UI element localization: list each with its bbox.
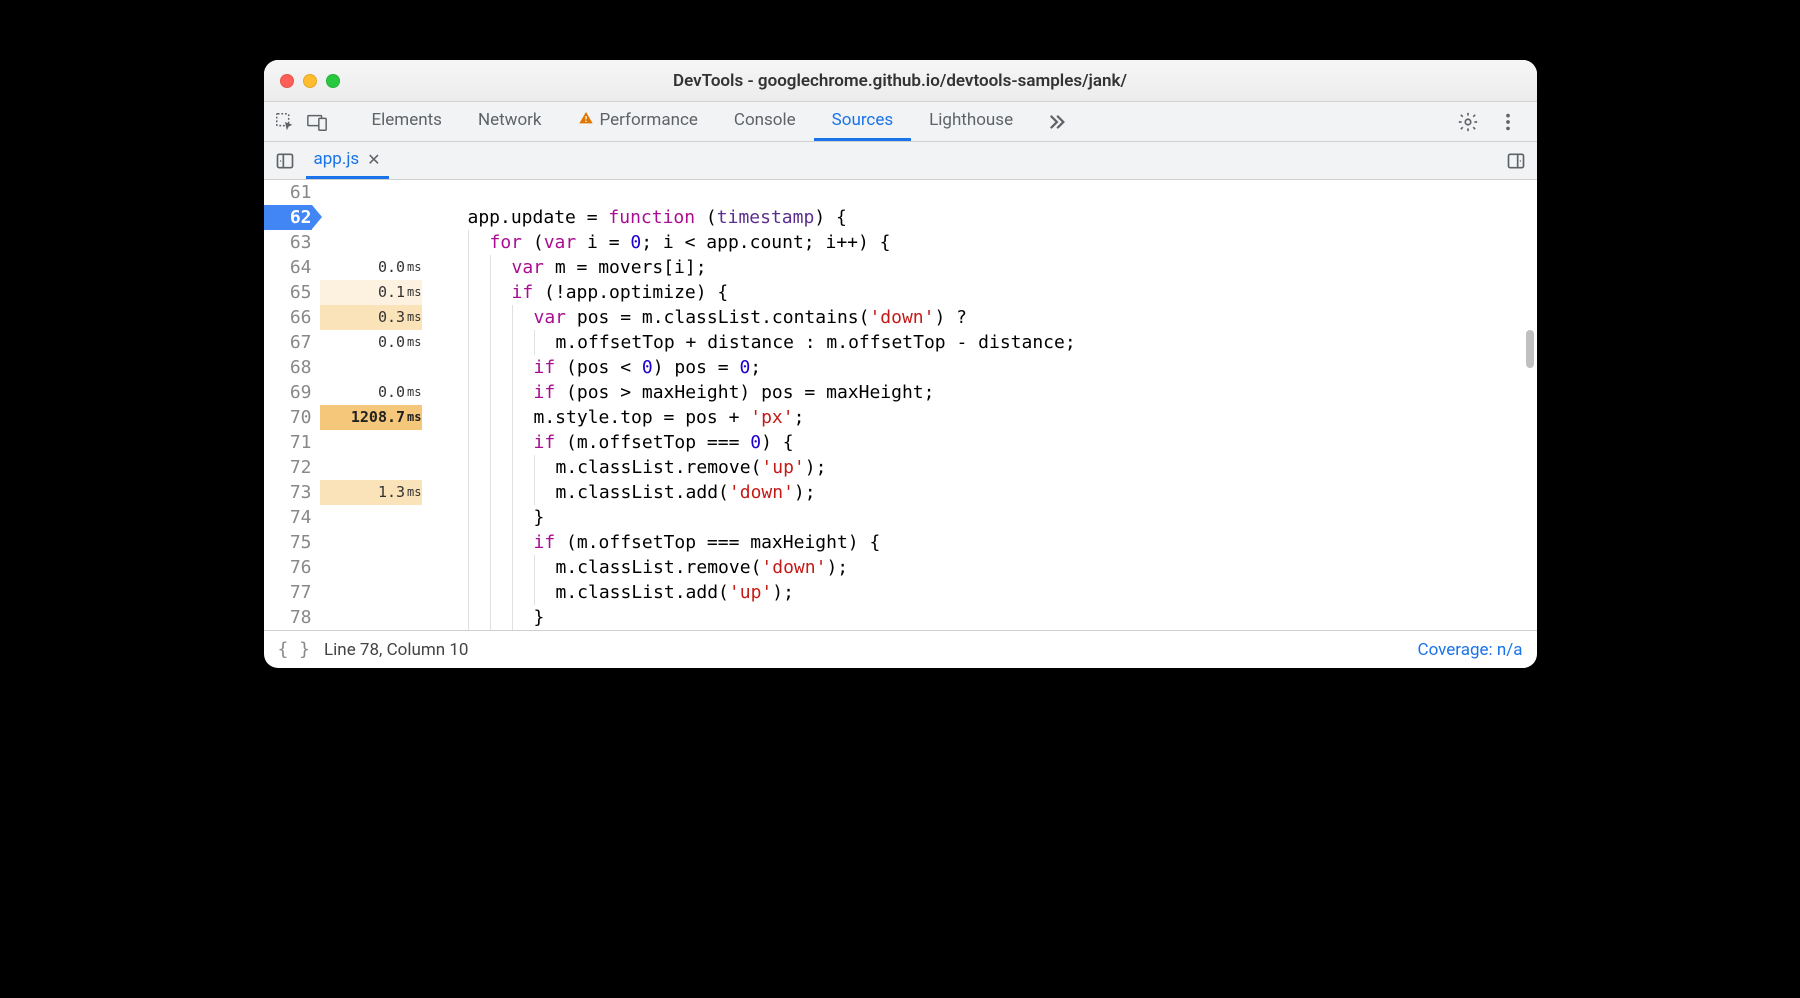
self-time-cell xyxy=(320,555,422,580)
self-time-cell xyxy=(320,205,422,230)
line-number[interactable]: 70 xyxy=(264,405,312,430)
tab-network[interactable]: Network xyxy=(460,102,560,141)
minimize-window-button[interactable] xyxy=(303,74,317,88)
code-line[interactable]: } xyxy=(468,605,1537,630)
toggle-device-toolbar-icon[interactable] xyxy=(306,111,328,133)
code-editor[interactable]: 616263646566676869707172737475767778 0.0… xyxy=(264,180,1537,630)
tab-performance[interactable]: Performance xyxy=(560,102,716,141)
code-line[interactable]: m.classList.remove('down'); xyxy=(468,555,1537,580)
tab-label: Elements xyxy=(372,110,442,130)
code-line[interactable]: if (!app.optimize) { xyxy=(468,280,1537,305)
tab-label: Network xyxy=(478,110,542,130)
titlebar: DevTools - googlechrome.github.io/devtoo… xyxy=(264,60,1537,102)
line-number[interactable]: 76 xyxy=(264,555,312,580)
code-line[interactable]: if (m.offsetTop === 0) { xyxy=(468,430,1537,455)
line-number[interactable]: 61 xyxy=(264,180,312,205)
self-time-cell: 1.3 ms xyxy=(320,480,422,505)
self-time-gutter: 0.0 ms0.1 ms0.3 ms0.0 ms0.0 ms1208.7 ms1… xyxy=(320,180,428,630)
tab-elements[interactable]: Elements xyxy=(354,102,460,141)
main-toolbar: Elements Network Performance Console Sources… xyxy=(264,102,1537,142)
code-line[interactable]: for (var i = 0; i < app.count; i++) { xyxy=(468,230,1537,255)
self-time-cell: 1208.7 ms xyxy=(320,405,422,430)
traffic-lights xyxy=(280,74,340,88)
show-debugger-icon[interactable] xyxy=(1505,150,1527,172)
code-line[interactable]: m.style.top = pos + 'px'; xyxy=(468,405,1537,430)
line-number[interactable]: 78 xyxy=(264,605,312,630)
code-line[interactable]: m.classList.add('down'); xyxy=(468,480,1537,505)
code-line[interactable]: if (pos > maxHeight) pos = maxHeight; xyxy=(468,380,1537,405)
tab-console[interactable]: Console xyxy=(716,102,814,141)
tab-lighthouse[interactable]: Lighthouse xyxy=(911,102,1031,141)
devtools-window: DevTools - googlechrome.github.io/devtoo… xyxy=(264,60,1537,668)
tab-label: Sources xyxy=(832,110,893,130)
line-number[interactable]: 77 xyxy=(264,580,312,605)
code-line[interactable]: } xyxy=(468,505,1537,530)
line-number[interactable]: 72 xyxy=(264,455,312,480)
code-line[interactable]: m.offsetTop + distance : m.offsetTop - d… xyxy=(468,330,1537,355)
code-line[interactable]: if (pos < 0) pos = 0; xyxy=(468,355,1537,380)
line-number[interactable]: 65 xyxy=(264,280,312,305)
file-tab-app-js[interactable]: app.js ✕ xyxy=(306,142,389,179)
self-time-cell: 0.0 ms xyxy=(320,380,422,405)
self-time-cell xyxy=(320,580,422,605)
tab-label: Console xyxy=(734,110,796,130)
tab-sources[interactable]: Sources xyxy=(814,102,911,141)
self-time-cell xyxy=(320,230,422,255)
self-time-cell: 0.0 ms xyxy=(320,255,422,280)
self-time-cell: 0.3 ms xyxy=(320,305,422,330)
code-line[interactable] xyxy=(468,180,1537,205)
warning-icon xyxy=(578,110,594,131)
inspect-element-icon[interactable] xyxy=(274,111,296,133)
line-number[interactable]: 68 xyxy=(264,355,312,380)
panel-tabs: Elements Network Performance Console Sources… xyxy=(354,102,1032,141)
code-line[interactable]: m.classList.remove('up'); xyxy=(468,455,1537,480)
close-window-button[interactable] xyxy=(280,74,294,88)
line-number[interactable]: 66 xyxy=(264,305,312,330)
more-options-icon[interactable] xyxy=(1497,111,1519,133)
line-number[interactable]: 74 xyxy=(264,505,312,530)
code-line[interactable]: var m = movers[i]; xyxy=(468,255,1537,280)
close-file-tab-icon[interactable]: ✕ xyxy=(367,150,380,169)
line-number[interactable]: 73 xyxy=(264,480,312,505)
self-time-cell xyxy=(320,355,422,380)
self-time-cell xyxy=(320,530,422,555)
line-number[interactable]: 64 xyxy=(264,255,312,280)
code-content[interactable]: app.update = function (timestamp) {for (… xyxy=(428,180,1537,630)
show-navigator-icon[interactable] xyxy=(274,150,296,172)
settings-icon[interactable] xyxy=(1457,111,1479,133)
scrollbar-thumb[interactable] xyxy=(1526,330,1534,368)
breakpoint-line-number[interactable]: 62 xyxy=(264,205,312,230)
self-time-cell xyxy=(320,605,422,630)
code-line[interactable]: m.classList.add('up'); xyxy=(468,580,1537,605)
self-time-cell: 0.0 ms xyxy=(320,330,422,355)
line-number[interactable]: 75 xyxy=(264,530,312,555)
self-time-cell xyxy=(320,180,422,205)
self-time-cell xyxy=(320,430,422,455)
window-title: DevTools - googlechrome.github.io/devtoo… xyxy=(264,71,1537,91)
line-number-gutter[interactable]: 616263646566676869707172737475767778 xyxy=(264,180,320,630)
line-number[interactable]: 67 xyxy=(264,330,312,355)
tab-label: Performance xyxy=(600,110,698,130)
status-bar: { } Line 78, Column 10 Coverage: n/a xyxy=(264,630,1537,668)
tab-label: Lighthouse xyxy=(929,110,1013,130)
file-tab-label: app.js xyxy=(314,149,360,169)
code-line[interactable]: app.update = function (timestamp) { xyxy=(468,205,1537,230)
self-time-cell xyxy=(320,505,422,530)
line-number[interactable]: 63 xyxy=(264,230,312,255)
pretty-print-icon[interactable]: { } xyxy=(278,639,311,660)
code-line[interactable]: if (m.offsetTop === maxHeight) { xyxy=(468,530,1537,555)
overflow-tabs-icon[interactable] xyxy=(1045,111,1067,133)
zoom-window-button[interactable] xyxy=(326,74,340,88)
line-number[interactable]: 69 xyxy=(264,380,312,405)
cursor-position: Line 78, Column 10 xyxy=(324,640,468,660)
file-tabs-bar: app.js ✕ xyxy=(264,142,1537,180)
line-number[interactable]: 71 xyxy=(264,430,312,455)
self-time-cell: 0.1 ms xyxy=(320,280,422,305)
self-time-cell xyxy=(320,455,422,480)
coverage-status[interactable]: Coverage: n/a xyxy=(1418,640,1523,660)
code-line[interactable]: var pos = m.classList.contains('down') ? xyxy=(468,305,1537,330)
